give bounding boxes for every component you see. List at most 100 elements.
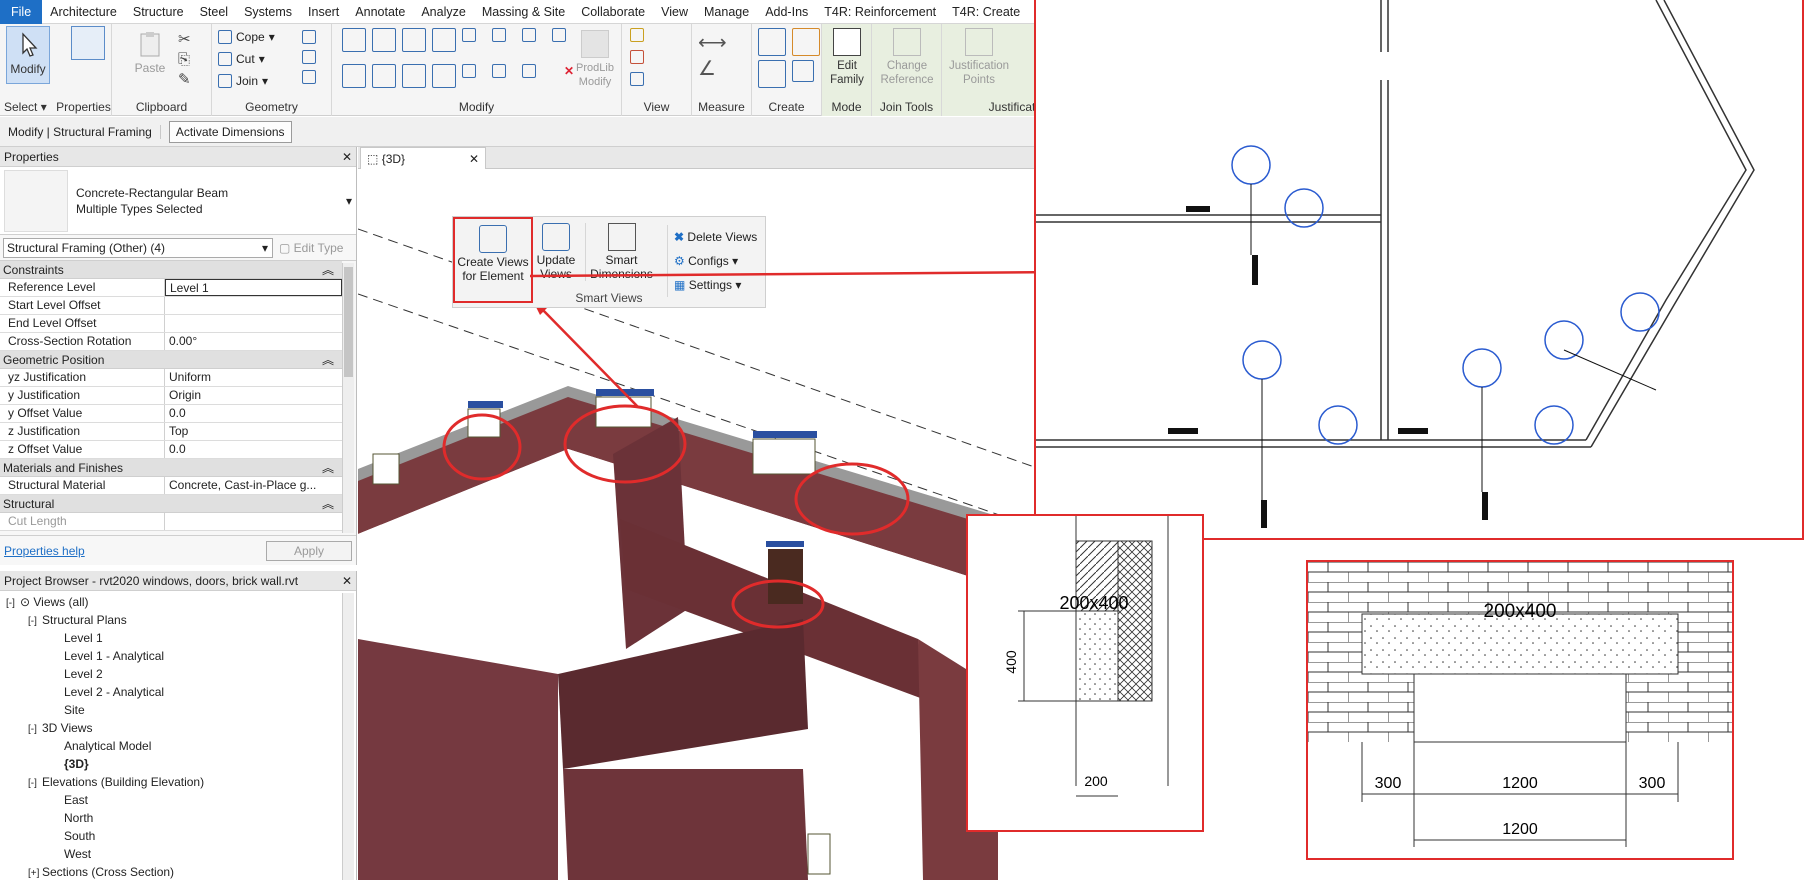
delete-views-button[interactable]: ✖ Delete Views [674,225,757,249]
activate-dimensions-button[interactable]: Activate Dimensions [168,120,292,143]
property-row[interactable]: Reference Level Level 1 [0,279,342,297]
property-row[interactable]: y Justification Origin [0,387,342,405]
property-row[interactable]: End Level Offset [0,315,342,333]
property-row[interactable]: yz Justification Uniform [0,369,342,387]
edit-family-button[interactable]: Edit Family [824,28,870,87]
floor-plan-view [1034,0,1804,540]
property-row[interactable]: y Offset Value 0.0 [0,405,342,423]
apply-button[interactable]: Apply [266,540,352,561]
prodlib-modify-button[interactable]: ProdLib Modify [570,30,620,89]
property-row[interactable]: z Offset Value 0.0 [0,441,342,459]
category-header[interactable]: Structural ︽ [0,495,342,513]
geometry-small-icons[interactable] [302,30,326,92]
category-header[interactable]: Constraints ︽ [0,261,342,279]
properties-scrollbar[interactable] [342,263,354,533]
browser-item[interactable]: [-] ⊙ Views (all) [0,593,356,611]
modify-group-label: Modify [458,100,495,114]
property-row[interactable]: Start Level Offset [0,297,342,315]
menu-view[interactable]: View [653,0,696,24]
cope-icon [218,30,232,44]
browser-item[interactable]: Site [0,701,356,719]
browser-item[interactable]: {3D} [0,755,356,773]
pointer-arrow [530,265,1082,279]
property-row[interactable]: Structural Material Concrete, Cast-in-Pla… [0,477,342,495]
join-button[interactable]: Join ▾ [218,74,268,88]
category-header[interactable]: Materials and Finishes ︽ [0,459,342,477]
cut-copy-icons[interactable]: ✂ ⎘ ✎ [178,30,191,90]
change-reference-icon [893,28,921,56]
paste-button[interactable]: Paste [130,30,170,75]
join-icon [218,74,232,88]
cut-geometry-icon [218,52,232,66]
menu-annotate[interactable]: Annotate [347,0,413,24]
measure-icon[interactable]: ⟷ ∠ [698,30,727,82]
clipboard-group: Paste ✂ ⎘ ✎ Clipboard [112,24,212,116]
browser-item[interactable]: South [0,827,356,845]
delete-icon: ✖ [674,230,685,244]
browser-item[interactable]: Level 2 [0,665,356,683]
browser-item[interactable]: [-] 3D Views [0,719,356,737]
tab-3d-view[interactable]: ⬚ {3D} ✕ [360,147,486,169]
modify-button[interactable]: Modify [6,26,50,84]
justification-points-button[interactable]: Justification Points [944,28,1014,87]
create-tool-icons[interactable] [758,28,822,88]
modify-group: ✕ ProdLib Modify Modify [332,24,622,116]
create-label: Create [768,100,805,114]
close-icon[interactable]: ✕ [469,152,479,166]
section-height-label: 400 [1003,650,1019,674]
change-reference-button[interactable]: Change Reference [874,28,940,87]
menu-insert[interactable]: Insert [300,0,347,24]
property-row[interactable]: z Justification Top [0,423,342,441]
properties-icon [71,26,105,60]
property-row[interactable]: Cross-Section Rotation 0.00° [0,333,342,351]
browser-item[interactable]: Level 2 - Analytical [0,683,356,701]
menu-steel[interactable]: Steel [192,0,237,24]
menu-file[interactable]: File [0,0,43,24]
views-icon: ⊙ [20,595,34,609]
property-row[interactable]: Cut Length [0,513,342,531]
browser-item[interactable]: Level 1 [0,629,356,647]
browser-item[interactable]: Level 1 - Analytical [0,647,356,665]
type-selector[interactable]: Concrete-Rectangular Beam Multiple Types… [0,167,356,235]
properties-help-link[interactable]: Properties help [4,544,85,558]
close-icon[interactable]: ✕ [342,150,352,164]
browser-item[interactable]: [+] Sections (Cross Section) [0,863,356,881]
category-filter[interactable]: Structural Framing (Other) (4) ▾ [3,237,273,258]
floor-plan-drawing [1036,0,1755,528]
browser-item[interactable]: [-] Structural Plans [0,611,356,629]
menu-collaborate[interactable]: Collaborate [573,0,653,24]
chevron-down-icon: ▾ [345,193,352,208]
browser-item[interactable]: Analytical Model [0,737,356,755]
edit-type-button[interactable]: ▢ Edit Type [279,241,343,255]
menu-manage[interactable]: Manage [696,0,757,24]
browser-item[interactable]: North [0,809,356,827]
cursor-arrow-icon [14,31,42,59]
beam-size-label: 200x400 [1484,601,1557,622]
close-icon[interactable]: ✕ [342,574,352,588]
context-label: Modify | Structural Framing [0,124,161,139]
menu-architecture[interactable]: Architecture [42,0,125,24]
menu-massing-site[interactable]: Massing & Site [474,0,573,24]
browser-item[interactable]: East [0,791,356,809]
join-tools-label: Join Tools [879,100,934,114]
menu-analyze[interactable]: Analyze [413,0,473,24]
menu-t4r-create[interactable]: T4R: Create [944,0,1028,24]
section-size-label: 200x400 [1059,593,1128,613]
menu-add-ins[interactable]: Add-Ins [757,0,816,24]
mode-label: Mode [831,100,862,114]
browser-header: Project Browser - rvt2020 windows, doors… [0,571,356,591]
menu-t4r-reinforcement[interactable]: T4R: Reinforcement [816,0,944,24]
elevation-detail-view: 200x400 300 1200 300 1200 [1306,560,1734,860]
modify-tool-icons[interactable]: ✕ [342,28,574,92]
view-tool-icons[interactable] [630,28,644,86]
browser-scrollbar[interactable] [342,593,354,880]
browser-item[interactable]: West [0,845,356,863]
cope-button[interactable]: Cope ▾ [218,30,275,44]
cut-button[interactable]: Cut ▾ [218,52,265,66]
menu-systems[interactable]: Systems [236,0,300,24]
properties-button[interactable] [66,26,110,63]
menu-structure[interactable]: Structure [125,0,192,24]
type-name: Concrete-Rectangular Beam [76,185,229,200]
category-header[interactable]: Geometric Position ︽ [0,351,342,369]
browser-item[interactable]: [-] Elevations (Building Elevation) [0,773,356,791]
